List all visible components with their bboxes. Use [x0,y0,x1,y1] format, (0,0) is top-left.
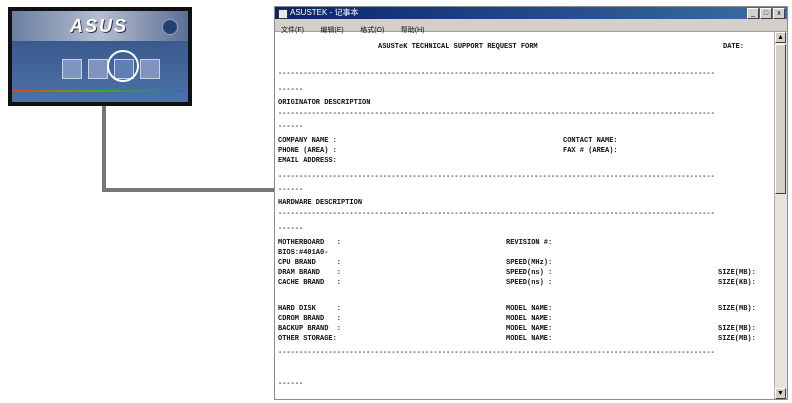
short-rule: ------ [278,225,304,233]
dram-speed-field: SPEED(ns) : [506,269,553,277]
hard-disk-field: HARD DISK : [278,305,342,313]
company-name-field: COMPANY NAME : [278,137,337,145]
connector-vertical [102,106,106,192]
fax-field: FAX # (AREA): [563,147,618,155]
cdrom-model-field: MODEL NAME: [506,315,553,323]
maximize-button[interactable]: □ [760,8,772,19]
text-area[interactable]: ASUSTeK TECHNICAL SUPPORT REQUEST FORM D… [278,35,772,397]
highlight-circle [107,50,139,82]
scroll-up-arrow-icon[interactable]: ▲ [775,32,786,43]
cache-brand-field: CACHE BRAND : [278,279,342,287]
short-rule: ------ [278,380,304,388]
backup-brand-field: BACKUP BRAND : [278,325,342,333]
title-bar[interactable]: ASUSTEK - 记事本 _ □ x [275,7,787,19]
contact-name-field: CONTACT NAME: [563,137,618,145]
color-stripe [12,90,188,92]
motherboard-field: MOTHERBOARD : [278,239,342,247]
other-storage-field: OTHER STORAGE: [278,335,337,343]
bios-field: BIOS:#401A0- [278,249,329,257]
short-rule: ------ [278,86,304,94]
other-storage-size-field: SIZE(MB): [718,335,756,343]
email-field: EMAIL ADDRESS: [278,157,337,165]
minimize-button[interactable]: _ [747,8,759,19]
dram-brand-field: DRAM BRAND : [278,269,342,277]
close-button[interactable]: x [773,8,785,19]
document-icon[interactable] [62,59,82,79]
divider: ----------------------------------------… [278,173,715,181]
cache-size-field: SIZE(KB): [718,279,756,287]
date-label: DATE: [723,43,745,51]
globe-icon [162,19,178,35]
divider: ----------------------------------------… [278,110,715,118]
short-rule: ------ [278,186,304,194]
cdrom-brand-field: CDROM BRAND : [278,315,342,323]
scroll-thumb[interactable] [775,44,786,194]
notepad-icon [278,9,288,19]
scroll-down-arrow-icon[interactable]: ▼ [775,388,786,399]
form-header: ASUSTeK TECHNICAL SUPPORT REQUEST FORM [378,43,538,51]
notepad-window: ASUSTEK - 记事本 _ □ x 文件(F) 编辑(E) 格式(O) 帮助(H… [274,6,788,400]
cd-icon[interactable] [88,59,108,79]
backup-size-field: SIZE(MB): [718,325,756,333]
thumbnail-background: ASUS [12,11,188,102]
backup-model-field: MODEL NAME: [506,325,553,333]
cache-speed-field: SPEED(ns) : [506,279,553,287]
asus-screen-thumbnail: ASUS [8,7,192,106]
short-rule: ------ [278,123,304,131]
divider: ----------------------------------------… [278,70,715,78]
divider: ----------------------------------------… [278,349,715,357]
hard-disk-size-field: SIZE(MB): [718,305,756,313]
hard-disk-model-field: MODEL NAME: [506,305,553,313]
divider: ----------------------------------------… [278,210,715,218]
connector-horizontal [102,188,276,192]
dram-size-field: SIZE(MB): [718,269,756,277]
window-title: ASUSTEK - 记事本 [290,8,359,17]
other-storage-model-field: MODEL NAME: [506,335,553,343]
phone-field: PHONE (AREA) : [278,147,337,155]
originator-heading: ORIGINATOR DESCRIPTION [278,99,371,107]
cpu-brand-field: CPU BRAND : [278,259,342,267]
cpu-speed-field: SPEED(MHz): [506,259,553,267]
revision-field: REVISION #: [506,239,553,247]
asus-logo: ASUS [70,16,129,36]
hardware-heading: HARDWARE DESCRIPTION [278,199,363,207]
menu-bar: 文件(F) 编辑(E) 格式(O) 帮助(H) [275,19,787,34]
vertical-scrollbar[interactable]: ▲ ▼ [774,32,787,399]
contact-icon[interactable] [140,59,160,79]
